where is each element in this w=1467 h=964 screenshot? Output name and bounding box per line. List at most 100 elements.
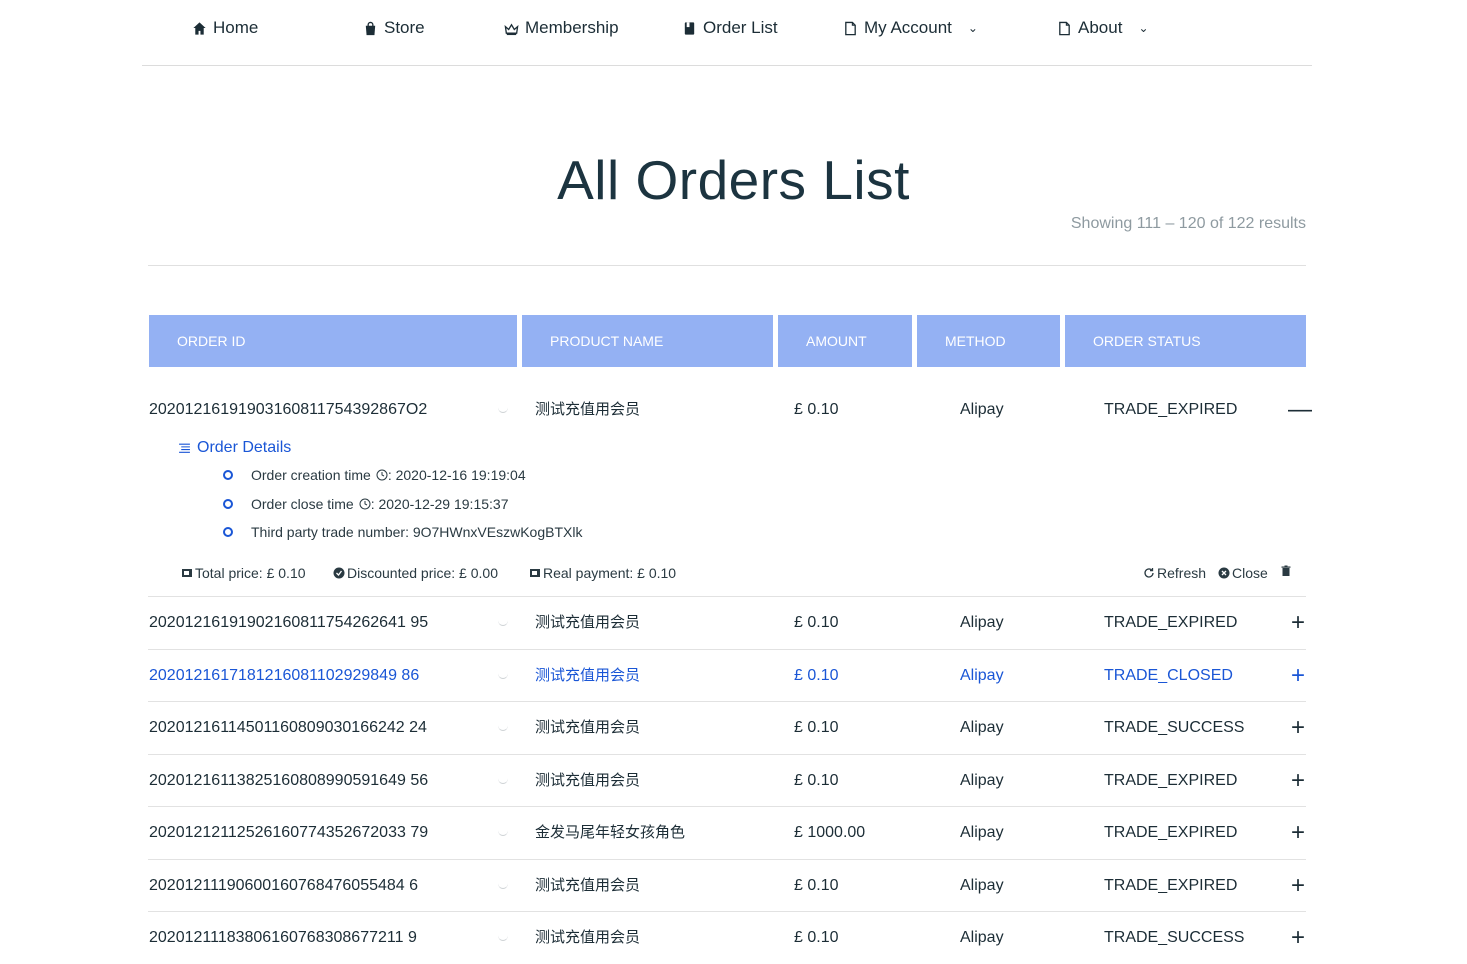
close-order-button[interactable]: Close [1218,565,1268,581]
nav-membership-label: Membership [525,18,619,37]
product-name: 测试充值用会员 [535,772,641,789]
table-row[interactable]: 20201216113825160808990591649 56 测试充值用会员… [148,754,1306,807]
table-row[interactable]: 20201216191903160811754392867O2 测试充值用会员 … [148,384,1312,436]
header-product-name: PRODUCT NAME [522,315,773,367]
order-details-heading: Order Details [178,439,291,457]
real-payment: Real payment: £ 0.10 [529,565,676,581]
delete-button[interactable] [1280,565,1292,577]
expand-icon[interactable]: + [1288,650,1308,702]
bullet-icon [223,499,233,509]
payment-method: Alipay [960,401,1004,418]
table-row[interactable]: 20201216114501160809030166242 24 测试充值用会员… [148,701,1306,754]
clock-icon [376,469,388,481]
trade-number: Third party trade number: 9O7HWnxVEszwKo… [251,524,583,540]
loading-spinner-icon [498,930,508,941]
order-id: 20201212112526160774352672033 79 [149,824,429,841]
nav-my-account[interactable]: My Account ⌄ [843,18,978,38]
expand-icon[interactable]: + [1288,912,1308,964]
table-row[interactable]: 20201216191902160811754262641 95 测试充值用会员… [148,596,1306,649]
order-status: TRADE_EXPIRED [1104,401,1238,418]
document-icon [845,21,856,35]
table-row[interactable]: 20201211183806160768308677211 9 测试充值用会员 … [148,911,1306,964]
amount: £ 0.10 [794,772,839,789]
order-id: 20201216191902160811754262641 95 [149,614,429,631]
close-label: Close [1232,565,1268,581]
wallet-icon [182,569,192,577]
nav-store[interactable]: Store [363,18,425,38]
nav-order-list-label: Order List [703,18,778,37]
amount: £ 0.10 [794,719,839,736]
nav-home-label: Home [213,18,259,37]
divider [148,265,1306,266]
order-status: TRADE_EXPIRED [1104,772,1238,789]
refresh-button[interactable]: Refresh [1143,565,1206,581]
order-id: 20201216114501160809030166242 24 [149,719,427,736]
header-order-status: ORDER STATUS [1065,315,1306,367]
expand-icon[interactable]: + [1288,702,1308,754]
wallet-icon [530,569,540,577]
order-id: 20201216113825160808990591649 56 [149,772,429,789]
payment-method: Alipay [960,614,1004,631]
nav-about-label: About [1078,18,1123,37]
order-status: TRADE_EXPIRED [1104,824,1238,841]
nav-my-account-label: My Account [864,18,952,37]
discounted-price: Discounted price: £ 0.00 [333,565,498,581]
nav-membership[interactable]: Membership [504,18,619,38]
expand-icon[interactable]: + [1288,597,1308,649]
list-icon [179,443,190,453]
close-label: Order close time [251,496,354,512]
refresh-icon [1144,568,1154,578]
product-name: 测试充值用会员 [535,614,641,631]
nav-about[interactable]: About ⌄ [1057,18,1149,38]
chevron-down-icon: ⌄ [967,21,978,35]
amount: £ 0.10 [794,877,839,894]
table-row[interactable]: 2020121617181216081102929849 86 测试充值用会员 … [148,649,1306,702]
payment-method: Alipay [960,667,1004,684]
creation-value: : 2020-12-16 19:19:04 [387,467,526,483]
close-circle-icon [1218,567,1230,579]
amount: £ 0.10 [794,667,839,684]
order-id: 20201216191903160811754392867O2 [149,401,428,418]
creation-label: Order creation time [251,467,371,483]
book-icon [684,21,695,35]
order-id: 20201211190600160768476055484 6 [149,877,419,894]
expand-icon[interactable]: + [1288,860,1308,912]
nav-home[interactable]: Home [192,18,258,38]
table-row[interactable]: 20201211190600160768476055484 6 测试充值用会员 … [148,859,1306,912]
order-id: 2020121617181216081102929849 86 [149,667,420,684]
order-status: TRADE_SUCCESS [1104,719,1245,736]
nav-order-list[interactable]: Order List [682,18,778,38]
collapse-icon[interactable]: — [1288,384,1312,436]
amount: £ 0.10 [794,401,839,418]
discounted-price-label: Discounted price: £ 0.00 [347,565,498,581]
order-status: TRADE_CLOSED [1104,667,1233,684]
detail-creation-time: Order creation time : 2020-12-16 19:19:0… [223,467,526,483]
product-name: 金发马尾年轻女孩角色 [535,824,686,841]
bullet-icon [223,527,233,537]
crown-icon [504,22,519,35]
document-icon [1059,21,1070,35]
product-name: 测试充值用会员 [535,401,641,418]
expand-icon[interactable]: + [1288,755,1308,807]
loading-spinner-icon [498,773,508,784]
product-name: 测试充值用会员 [535,719,641,736]
product-name: 测试充值用会员 [535,877,641,894]
shopping-bag-icon [365,21,376,35]
page-title: All Orders List [557,149,910,211]
payment-method: Alipay [960,929,1004,946]
amount: £ 0.10 [794,929,839,946]
chevron-down-icon: ⌄ [1138,21,1149,35]
order-details-label: Order Details [197,439,292,456]
loading-spinner-icon [498,878,508,889]
results-count: Showing 111 – 120 of 122 results [1070,215,1306,232]
total-price: Total price: £ 0.10 [181,565,306,581]
order-status: TRADE_EXPIRED [1104,614,1238,631]
loading-spinner-icon [498,402,508,413]
loading-spinner-icon [498,615,508,626]
total-price-label: Total price: £ 0.10 [195,565,306,581]
expand-icon[interactable]: + [1288,807,1308,859]
product-name: 测试充值用会员 [535,929,641,946]
payment-method: Alipay [960,824,1004,841]
nav-store-label: Store [384,18,425,37]
table-row[interactable]: 20201212112526160774352672033 79 金发马尾年轻女… [148,806,1306,859]
